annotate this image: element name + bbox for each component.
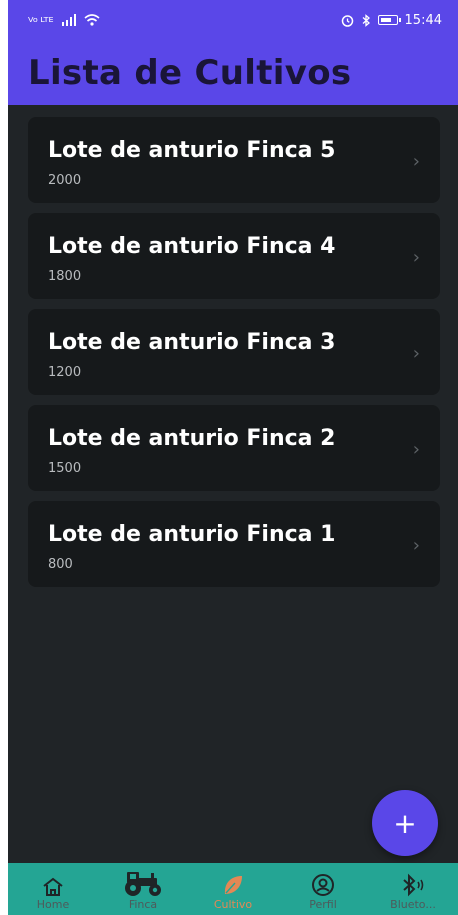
crop-name: Lote de anturio Finca 4 [48, 234, 336, 259]
status-bar: Vo LTE 15:44 [8, 0, 458, 40]
bluetooth-icon [403, 873, 424, 897]
crop-quantity: 2000 [48, 173, 82, 188]
nav-label-home: Home [36, 898, 70, 911]
chevron-right-icon: › [412, 439, 420, 460]
crop-card[interactable]: Lote de anturio Finca 1 800 › [28, 501, 440, 587]
chevron-right-icon: › [412, 247, 420, 268]
nav-item-perfil[interactable]: Perfil [283, 869, 363, 911]
crop-card[interactable]: Lote de anturio Finca 5 2000 › [28, 117, 440, 203]
chevron-right-icon: › [412, 343, 420, 364]
crop-name: Lote de anturio Finca 5 [48, 138, 336, 163]
nav-item-bluetooth[interactable]: Blueto... [373, 869, 453, 911]
app-bar: Lista de Cultivos [8, 40, 458, 105]
crop-quantity: 1200 [48, 365, 82, 380]
crop-name: Lote de anturio Finca 1 [48, 522, 336, 547]
leaf-icon [224, 876, 242, 894]
profile-icon [312, 874, 334, 896]
page-title: Lista de Cultivos [28, 52, 352, 93]
crop-quantity: 800 [48, 557, 73, 572]
nav-label-finca: Finca [128, 898, 158, 911]
nav-label-perfil: Perfil [309, 898, 337, 911]
status-left: Vo LTE [28, 14, 100, 26]
bottom-navigation: Home Finca Cultivo Perfil Blueto... [8, 863, 458, 915]
chevron-right-icon: › [412, 151, 420, 172]
crop-name: Lote de anturio Finca 2 [48, 426, 336, 451]
signal-icon [61, 14, 76, 26]
wifi-icon [84, 14, 100, 26]
nav-label-cultivo: Cultivo [213, 898, 253, 911]
screen: Vo LTE 15:44 Lista de Cultivos Lote de a… [8, 0, 458, 915]
nav-item-cultivo[interactable]: Cultivo [193, 869, 273, 911]
battery-icon [377, 15, 401, 25]
chevron-right-icon: › [412, 535, 420, 556]
plus-icon: + [393, 806, 417, 840]
status-right: 15:44 [341, 13, 442, 28]
crop-name: Lote de anturio Finca 3 [48, 330, 336, 355]
nav-label-bluetooth: Blueto... [390, 898, 436, 911]
volte-indicator: Vo LTE [28, 15, 54, 24]
nav-item-home[interactable]: Home [13, 869, 93, 911]
bluetooth-status-icon [362, 13, 370, 27]
tractor-icon [125, 872, 161, 896]
crop-card[interactable]: Lote de anturio Finca 4 1800 › [28, 213, 440, 299]
clock: 15:44 [404, 12, 442, 28]
nav-item-finca[interactable]: Finca [103, 869, 183, 911]
add-crop-button[interactable]: + [372, 790, 438, 856]
crop-list: Lote de anturio Finca 5 2000 › Lote de a… [8, 105, 458, 587]
crop-card[interactable]: Lote de anturio Finca 3 1200 › [28, 309, 440, 395]
alarm-icon [341, 14, 353, 27]
crop-card[interactable]: Lote de anturio Finca 2 1500 › [28, 405, 440, 491]
home-icon [43, 877, 63, 896]
crop-quantity: 1800 [48, 269, 82, 284]
crop-quantity: 1500 [48, 461, 82, 476]
